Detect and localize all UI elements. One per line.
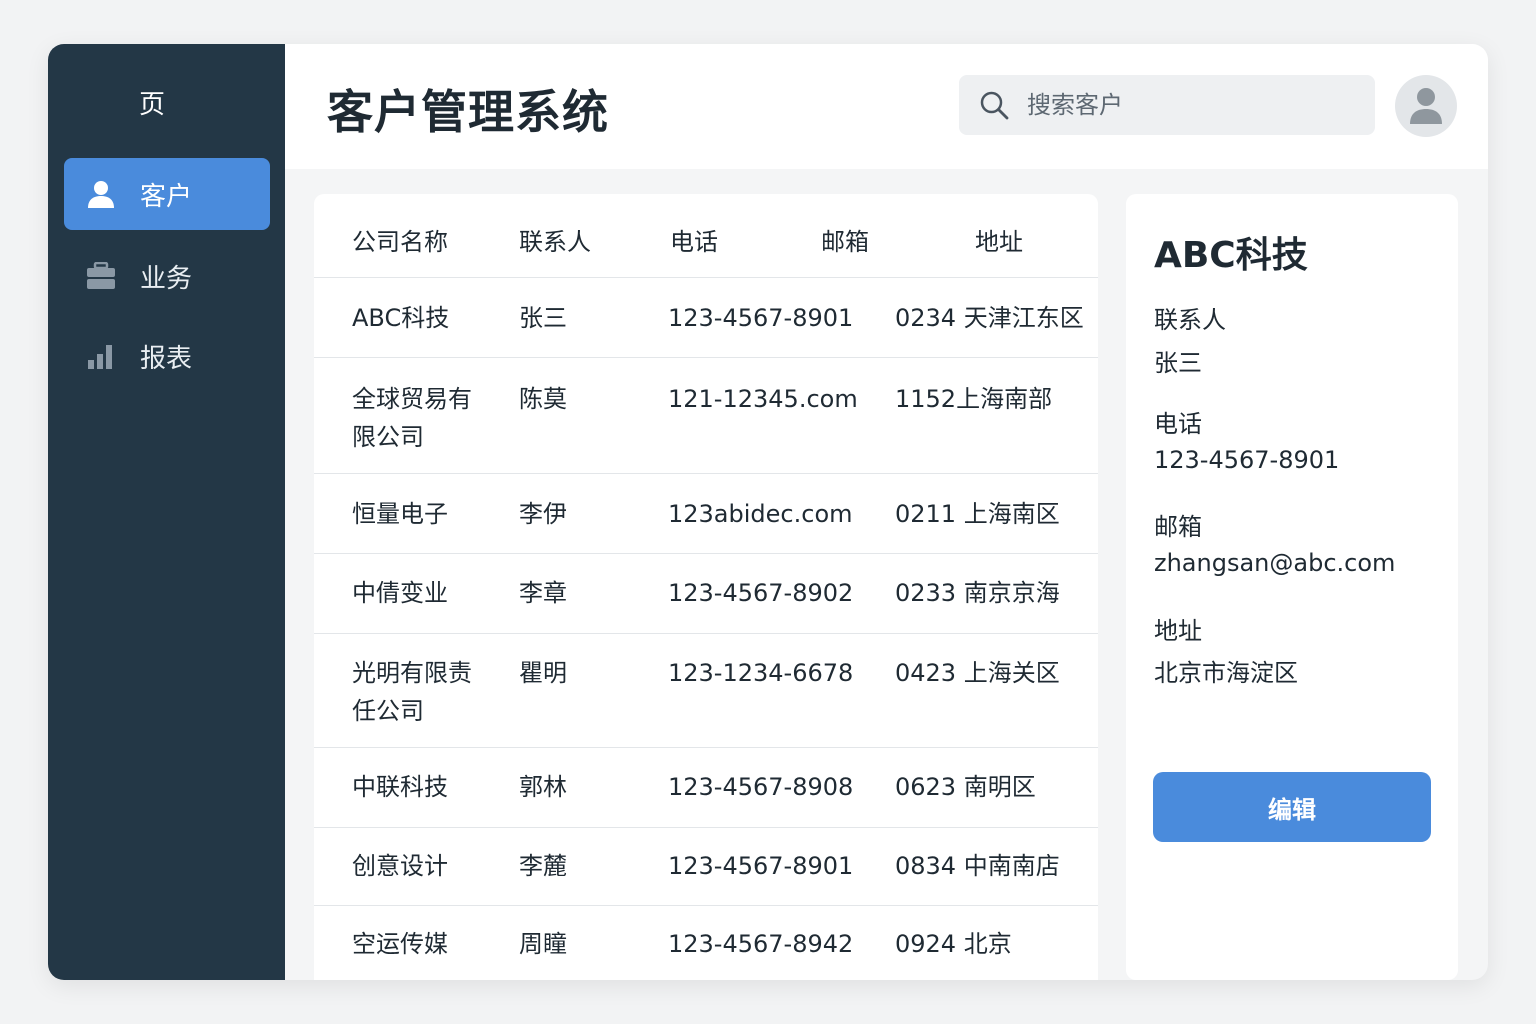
cell-contact: 陈莫	[519, 385, 567, 413]
cell-contact: 郭林	[519, 773, 567, 801]
sidebar-item-label: 业务	[140, 263, 193, 294]
column-header-phone[interactable]: 电话	[670, 222, 718, 257]
detail-contact-value: 张三	[1154, 349, 1202, 377]
table-header: 公司名称 联系人 电话 邮箱 地址	[314, 194, 1098, 278]
table-row[interactable]: 恒量电子 李伊 123abidec.com 0211 上海南区	[314, 474, 1098, 554]
cell-company: 创意设计	[352, 852, 448, 880]
avatar[interactable]	[1395, 75, 1457, 137]
sidebar-logo: 页	[138, 90, 165, 120]
table-row[interactable]: 空运传媒 周瞳 123-4567-8942 0924 北京	[314, 906, 1098, 980]
user-icon	[86, 179, 116, 209]
app-window: 页 客户 业务 报表 客户管理系统 搜索客户 公司名称 联系人 电话 邮箱 地址…	[48, 44, 1488, 980]
table-row[interactable]: 中倩变业 李章 123-4567-8902 0233 南京京海	[314, 554, 1098, 634]
cell-phone: 123-4567-8908	[668, 773, 854, 801]
cell-contact: 张三	[519, 304, 567, 332]
cell-phone: 123-4567-8902	[668, 579, 854, 607]
table-row[interactable]: 全球贸易有限公司 陈莫 121-12345.com 1152上海南部	[314, 358, 1098, 474]
table-row[interactable]: 光明有限责任公司 瞿明 123-1234-6678 0423 上海关区	[314, 634, 1098, 748]
cell-address: 0623 南明区	[895, 773, 1036, 801]
cell-company: ABC科技	[352, 304, 450, 332]
column-header-email[interactable]: 邮箱	[821, 222, 869, 257]
detail-contact-label: 联系人	[1154, 306, 1226, 334]
cell-contact: 李章	[519, 579, 567, 607]
detail-email-label: 邮箱	[1154, 513, 1202, 541]
detail-title: ABC科技	[1154, 235, 1308, 276]
column-header-company[interactable]: 公司名称	[352, 222, 448, 257]
cell-phone: 121-12345.com	[668, 385, 858, 413]
customer-detail-panel: ABC科技 联系人 张三 电话 123-4567-8901 邮箱 zhangsa…	[1126, 194, 1458, 980]
cell-phone: 123-4567-8901	[668, 852, 854, 880]
column-header-address[interactable]: 地址	[975, 222, 1023, 257]
cell-address: 1152上海南部	[895, 385, 1053, 413]
edit-button[interactable]: 编辑	[1153, 772, 1431, 842]
table-row[interactable]: ABC科技 张三 123-4567-8901 0234 天津江东区	[314, 278, 1098, 358]
cell-contact: 周瞳	[519, 930, 567, 958]
user-avatar-icon	[1410, 88, 1442, 124]
cell-company: 恒量电子	[352, 500, 448, 528]
cell-phone: 123-1234-6678	[668, 659, 854, 687]
search-input[interactable]	[1027, 91, 1367, 119]
bar-chart-icon	[86, 341, 116, 371]
cell-address: 0211 上海南区	[895, 500, 1060, 528]
header: 客户管理系统	[285, 44, 1488, 169]
sidebar: 页 客户 业务 报表	[48, 44, 285, 980]
cell-address: 0234 天津江东区	[895, 304, 1084, 332]
cell-phone: 123-4567-8901	[668, 304, 854, 332]
cell-contact: 李伊	[519, 500, 567, 528]
sidebar-item-label: 报表	[140, 343, 193, 374]
table-row[interactable]: 创意设计 李麓 123-4567-8901 0834 中南南店	[314, 828, 1098, 906]
search-icon	[979, 90, 1009, 120]
cell-contact: 瞿明	[519, 659, 567, 687]
cell-company: 光明有限责任公司	[352, 659, 472, 725]
detail-email-value: zhangsan@abc.com	[1154, 549, 1396, 577]
cell-company: 全球贸易有限公司	[352, 385, 472, 451]
cell-address: 0233 南京京海	[895, 579, 1060, 607]
table-row[interactable]: 中联科技 郭林 123-4567-8908 0623 南明区	[314, 748, 1098, 828]
customer-table: 公司名称 联系人 电话 邮箱 地址 ABC科技 张三 123-4567-8901…	[314, 194, 1098, 980]
detail-phone-label: 电话	[1154, 410, 1202, 438]
cell-company: 中倩变业	[352, 579, 448, 607]
column-header-contact[interactable]: 联系人	[519, 222, 591, 257]
cell-address: 0423 上海关区	[895, 659, 1060, 687]
cell-phone: 123-4567-8942	[668, 930, 854, 958]
detail-address-label: 地址	[1154, 617, 1202, 645]
cell-address: 0834 中南南店	[895, 852, 1060, 880]
cell-contact: 李麓	[519, 852, 567, 880]
search-box[interactable]	[959, 75, 1375, 135]
sidebar-item-label: 客户	[140, 181, 193, 212]
detail-phone-value: 123-4567-8901	[1154, 446, 1340, 474]
sidebar-item-business[interactable]: 业务	[64, 240, 270, 312]
briefcase-icon	[86, 261, 116, 291]
cell-company: 中联科技	[352, 773, 448, 801]
cell-phone: 123abidec.com	[668, 500, 853, 528]
page-title: 客户管理系统	[327, 85, 609, 139]
cell-company: 空运传媒	[352, 930, 448, 958]
sidebar-item-reports[interactable]: 报表	[64, 320, 270, 392]
detail-address-value: 北京市海淀区	[1154, 659, 1298, 687]
sidebar-item-customers[interactable]: 客户	[64, 158, 270, 230]
cell-address: 0924 北京	[895, 930, 1012, 958]
